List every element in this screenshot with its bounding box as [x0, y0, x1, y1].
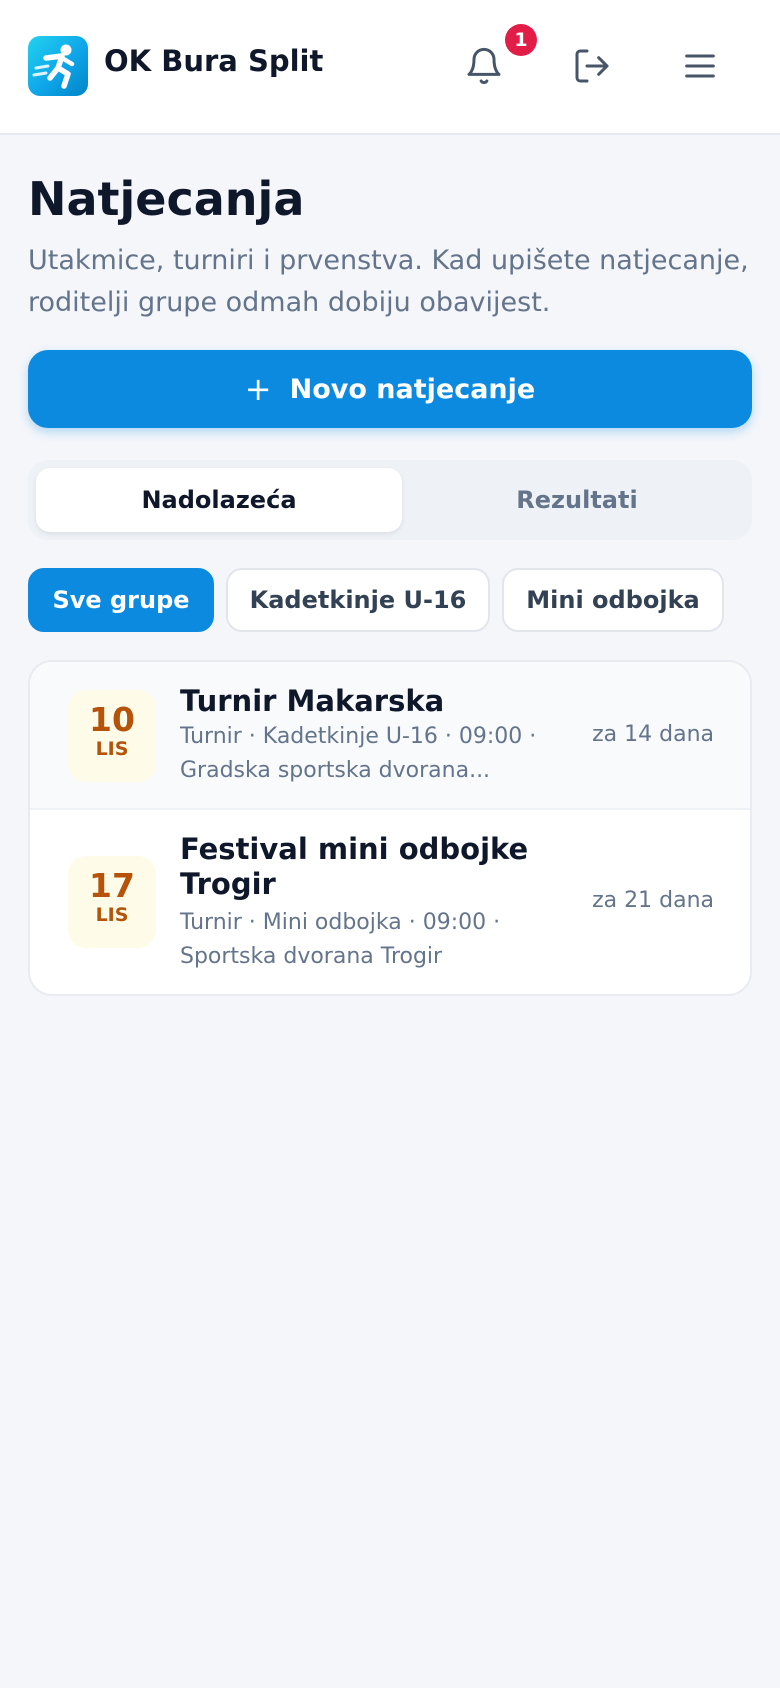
competition-list: 10 LIS Turnir Makarska Turnir · Kadetkin…	[28, 660, 752, 996]
date-month: LIS	[95, 738, 129, 760]
new-competition-label: Novo natjecanje	[289, 373, 536, 405]
event-meta-line: Turnir · Mini odbojka · 09:00 ·	[180, 910, 501, 935]
club-logo[interactable]	[28, 36, 88, 96]
event-meta: Turnir · Mini odbojka · 09:00 · Sportska…	[180, 906, 560, 974]
view-segmented-control: Nadolazeća Rezultati	[28, 460, 752, 540]
event-meta-line: Turnir · Kadetkinje U-16 · 09:00 ·	[180, 724, 537, 749]
date-month: LIS	[95, 904, 129, 926]
list-item[interactable]: 10 LIS Turnir Makarska Turnir · Kadetkin…	[30, 662, 750, 810]
page-subtitle: Utakmice, turniri i prvenstva. Kad upiše…	[28, 245, 749, 318]
date-badge: 17 LIS	[68, 856, 156, 948]
new-competition-button[interactable]: + Novo natjecanje	[28, 350, 752, 428]
filter-chip-cadets-u16[interactable]: Kadetkinje U-16	[226, 568, 490, 632]
list-item[interactable]: 17 LIS Festival mini odbojke Trogir Turn…	[30, 810, 750, 994]
brand-name: OK Bura Split	[104, 44, 324, 78]
filter-chip-all-groups[interactable]: Sve grupe	[28, 568, 214, 632]
bell-icon	[467, 47, 501, 85]
event-title: Festival mini odbojke Trogir	[180, 832, 529, 901]
tab-results[interactable]: Rezultati	[410, 468, 744, 532]
date-day: 17	[89, 866, 135, 905]
notification-count-badge: 1	[505, 24, 537, 56]
event-countdown: za 14 dana	[592, 722, 714, 747]
event-meta: Turnir · Kadetkinje U-16 · 09:00 · Grads…	[180, 720, 560, 788]
logout-icon	[575, 49, 609, 83]
plus-icon: +	[244, 370, 272, 408]
page-title: Natjecanja	[28, 172, 305, 226]
app-header: OK Bura Split 1	[0, 0, 780, 135]
hamburger-menu-icon	[685, 54, 715, 78]
date-badge: 10 LIS	[68, 690, 156, 782]
event-title: Turnir Makarska	[180, 684, 445, 718]
logout-button[interactable]	[562, 36, 622, 96]
filter-chip-mini-volleyball[interactable]: Mini odbojka	[502, 568, 724, 632]
event-venue: Sportska dvorana Trogir	[180, 944, 443, 969]
event-venue: Gradska sportska dvorana...	[180, 758, 491, 783]
event-countdown: za 21 dana	[592, 888, 714, 913]
date-day: 10	[89, 700, 135, 739]
running-figure-icon	[32, 44, 75, 89]
menu-button[interactable]	[670, 36, 730, 96]
tab-upcoming[interactable]: Nadolazeća	[36, 468, 402, 532]
